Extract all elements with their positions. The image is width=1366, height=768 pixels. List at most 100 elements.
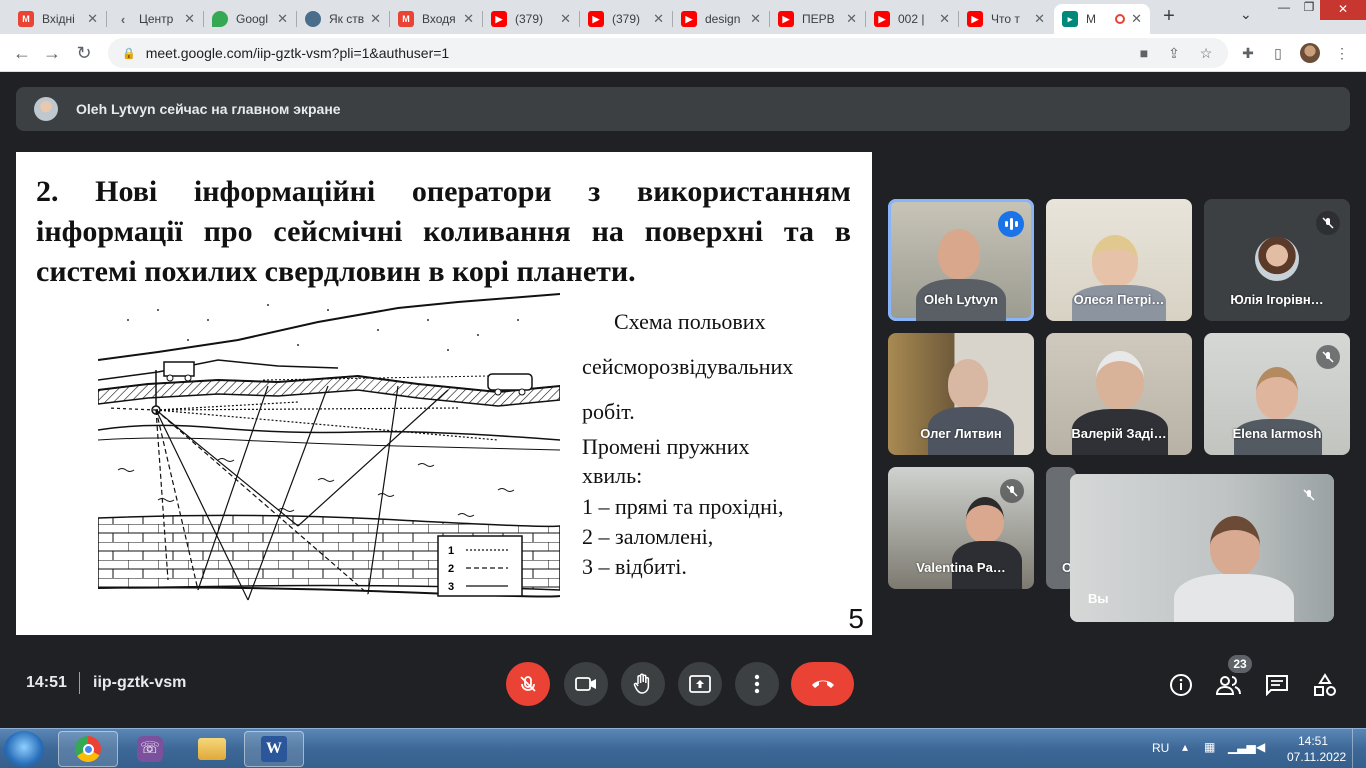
gmail-icon: M xyxy=(18,11,34,27)
network-icon[interactable]: ▦ xyxy=(1204,740,1215,754)
self-name: Вы xyxy=(1088,591,1109,606)
more-options-button[interactable] xyxy=(735,662,779,706)
taskbar-word[interactable]: W xyxy=(244,731,304,767)
close-icon[interactable]: ✕ xyxy=(370,11,381,27)
participant-tile-olesia[interactable]: Олеся Петрі… xyxy=(1046,199,1192,321)
address-bar[interactable]: 🔒 meet.google.com/iip-gztk-vsm?pli=1&aut… xyxy=(108,38,1228,68)
tab-strip: M Вхідні ✕ ‹ Центр ✕ Googl ✕ Як ств ✕ M … xyxy=(0,0,1366,34)
close-icon[interactable]: ✕ xyxy=(87,11,98,27)
close-icon[interactable]: ✕ xyxy=(846,11,857,27)
menu-kebab-icon[interactable]: ⋮ xyxy=(1332,43,1352,63)
tray-date[interactable]: 07.11.2022 xyxy=(1287,750,1346,764)
close-icon[interactable]: ✕ xyxy=(939,11,950,27)
present-screen-button[interactable] xyxy=(678,662,722,706)
signal-icon[interactable]: ▁▃▅ xyxy=(1228,740,1256,754)
close-icon[interactable]: ✕ xyxy=(560,11,571,27)
new-tab-button[interactable]: + xyxy=(1158,5,1180,27)
avatar xyxy=(1255,237,1299,281)
viber-icon: ☏ xyxy=(137,736,163,762)
participant-tile-valerii[interactable]: Валерій Заді… xyxy=(1046,333,1192,455)
reload-icon[interactable]: ↻ xyxy=(72,41,96,65)
start-button[interactable] xyxy=(4,731,44,767)
meeting-details-button[interactable] xyxy=(1168,672,1194,698)
language-indicator[interactable]: RU xyxy=(1152,741,1169,755)
restore-icon[interactable]: ❐ xyxy=(1298,0,1320,20)
caption-line-3: робіт. xyxy=(582,399,635,424)
tab-title: 002 | xyxy=(898,12,925,26)
close-icon[interactable]: ✕ xyxy=(1131,11,1142,27)
close-icon[interactable]: ✕ xyxy=(277,11,288,27)
participant-tile-oleh[interactable]: Oleh Lytvyn xyxy=(888,199,1034,321)
tab-7[interactable]: ▶ design ✕ xyxy=(673,4,769,34)
tab-4[interactable]: M Входя ✕ xyxy=(390,4,482,34)
participant-tile-valentina[interactable]: Valentina Pa… xyxy=(888,467,1034,589)
camera-toggle-button[interactable] xyxy=(564,662,608,706)
tab-title: Что т xyxy=(991,12,1020,26)
minimize-icon[interactable]: — xyxy=(1270,0,1298,20)
people-icon xyxy=(1216,676,1241,695)
presenting-text: Oleh Lytvyn сейчас на главном экране xyxy=(76,101,341,117)
participant-tile-yulia[interactable]: Юлія Ігорівн… xyxy=(1204,199,1350,321)
tray-arrow-icon[interactable]: ▴ xyxy=(1182,740,1188,754)
back-icon[interactable]: ← xyxy=(10,41,34,65)
volume-icon[interactable]: ◀ xyxy=(1256,740,1265,754)
tab-search-icon[interactable]: ⌄ xyxy=(1240,6,1252,26)
tab-title: Центр xyxy=(139,12,174,26)
tab-6[interactable]: ▶ (379) ✕ xyxy=(580,4,672,34)
activities-button[interactable] xyxy=(1312,672,1338,698)
close-window-icon[interactable]: ✕ xyxy=(1320,0,1366,20)
tab-3[interactable]: Як ств ✕ xyxy=(297,4,389,34)
close-icon[interactable]: ✕ xyxy=(184,11,195,27)
close-icon[interactable]: ✕ xyxy=(750,11,761,27)
tab-5[interactable]: ▶ (379) ✕ xyxy=(483,4,579,34)
taskbar-chrome[interactable] xyxy=(58,731,118,767)
tab-11-active[interactable]: ▸ M ✕ xyxy=(1054,4,1150,34)
folder-icon xyxy=(198,738,226,760)
mic-off-icon xyxy=(1000,479,1024,503)
tab-2[interactable]: Googl ✕ xyxy=(204,4,296,34)
phone-hangup-icon xyxy=(811,680,834,688)
participant-name: Oleh Lytvyn xyxy=(924,292,998,307)
extensions-icon[interactable]: ✚ xyxy=(1238,43,1258,63)
taskbar-explorer[interactable] xyxy=(182,731,242,767)
forward-icon[interactable]: → xyxy=(40,41,64,65)
participant-name: Valentina Pa… xyxy=(916,560,1006,575)
people-button[interactable] xyxy=(1216,672,1242,698)
mic-toggle-button[interactable] xyxy=(506,662,550,706)
tab-8[interactable]: ▶ ПЕРВ ✕ xyxy=(770,4,865,34)
leave-call-button[interactable] xyxy=(791,662,854,706)
close-icon[interactable]: ✕ xyxy=(463,11,474,27)
tab-1[interactable]: ‹ Центр ✕ xyxy=(107,4,203,34)
chat-icon xyxy=(1266,675,1288,696)
tray-time[interactable]: 14:51 xyxy=(1298,734,1328,748)
show-desktop-button[interactable] xyxy=(1352,729,1366,768)
participant-tile-oleg[interactable]: Олег Литвин xyxy=(888,333,1034,455)
chat-button[interactable] xyxy=(1264,672,1290,698)
taskbar-viber[interactable]: ☏ xyxy=(120,731,180,767)
ray-3: 3 – відбиті. xyxy=(582,554,687,579)
ray-1: 1 – прямі та прохідні, xyxy=(582,494,784,519)
close-icon[interactable]: ✕ xyxy=(653,11,664,27)
tab-9[interactable]: ▶ 002 | ✕ xyxy=(866,4,958,34)
speaking-indicator-icon xyxy=(998,211,1024,237)
bookmark-star-icon[interactable]: ☆ xyxy=(1196,43,1216,63)
tab-0[interactable]: M Вхідні ✕ xyxy=(10,4,106,34)
present-screen-icon xyxy=(689,675,711,693)
mic-off-icon xyxy=(1302,488,1316,507)
tab-title: Googl xyxy=(236,12,269,26)
tab-10[interactable]: ▶ Что т ✕ xyxy=(959,4,1053,34)
youtube-icon: ▶ xyxy=(491,11,507,27)
participant-name: Юлія Ігорівн… xyxy=(1230,292,1324,307)
slide-number: 5 xyxy=(848,603,864,634)
profile-avatar[interactable] xyxy=(1300,43,1320,63)
globe-icon xyxy=(305,11,321,27)
youtube-icon: ▶ xyxy=(681,11,697,27)
raise-hand-button[interactable] xyxy=(621,662,665,706)
participant-count-badge: 23 xyxy=(1228,655,1252,673)
self-view-tile[interactable]: Вы xyxy=(1070,474,1334,622)
share-icon[interactable]: ⇪ xyxy=(1164,43,1184,63)
close-icon[interactable]: ✕ xyxy=(1034,11,1045,27)
participant-tile-elena[interactable]: Elena Iarmosh xyxy=(1204,333,1350,455)
camera-icon[interactable]: ■ xyxy=(1134,43,1154,63)
side-panel-icon[interactable]: ▯ xyxy=(1268,43,1288,63)
